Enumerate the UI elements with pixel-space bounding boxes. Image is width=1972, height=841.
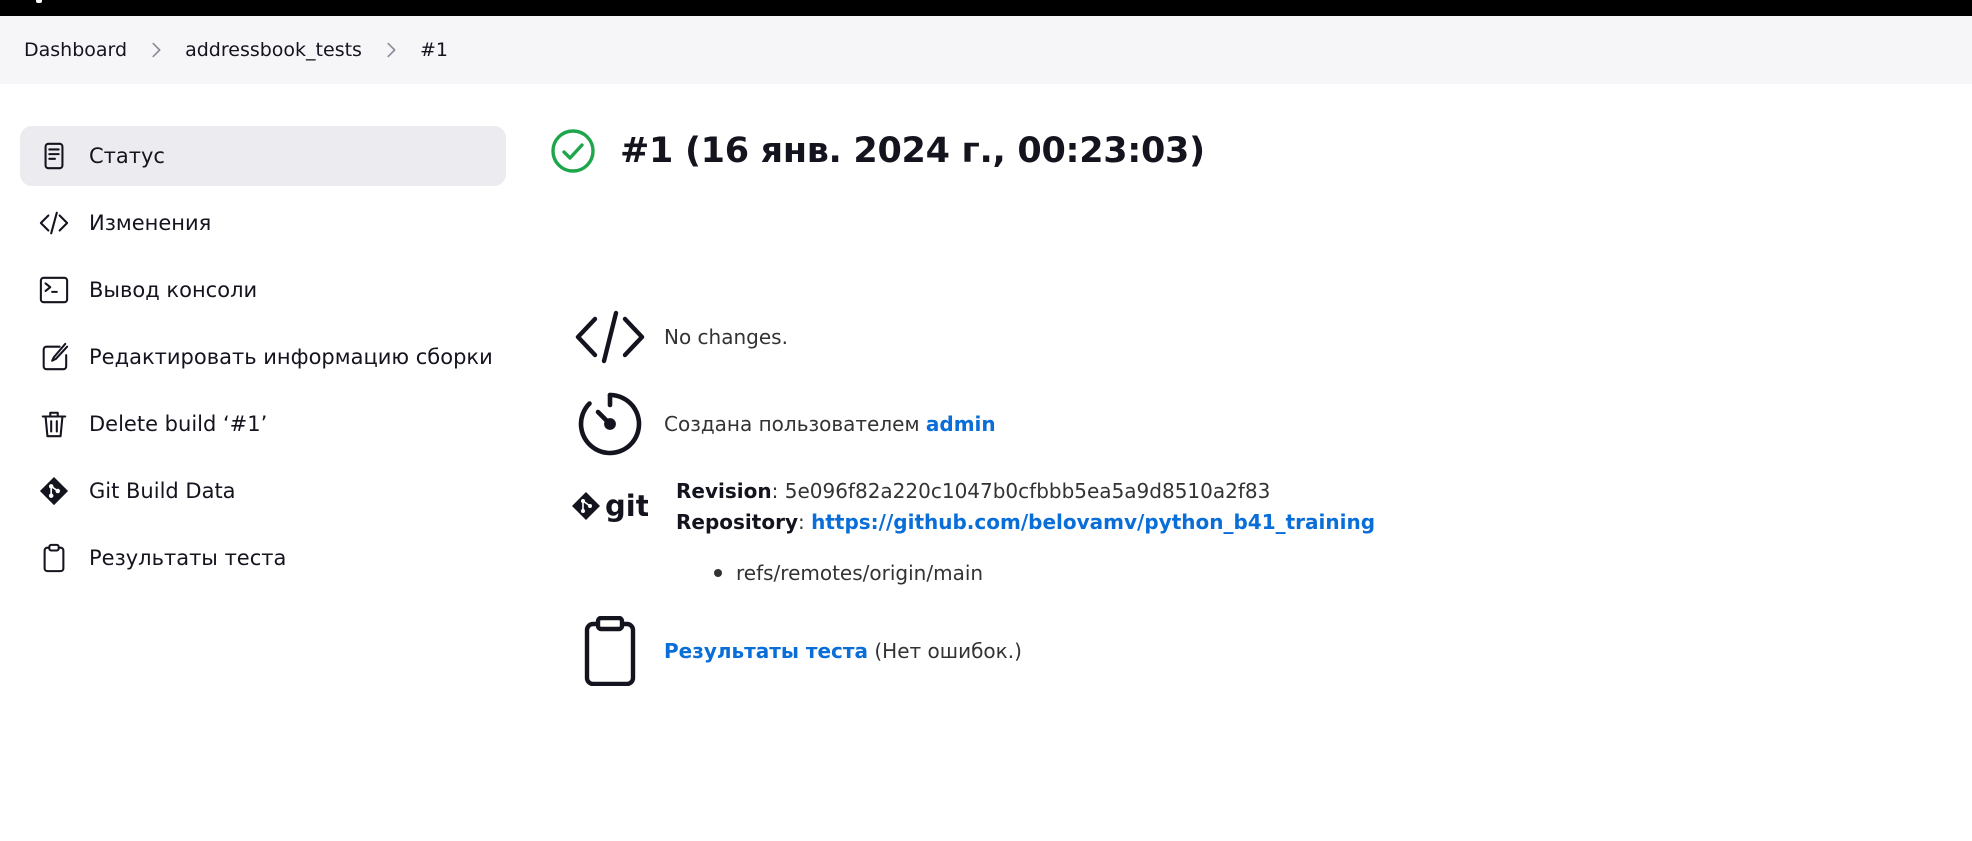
- sidebar-item-edit-build-info[interactable]: Редактировать информацию сборки: [20, 327, 506, 387]
- sidebar-item-label: Статус: [89, 144, 165, 168]
- sidebar: Статус Изменения Вывод консоли Редактиро…: [20, 126, 506, 595]
- code-icon: [38, 207, 70, 239]
- test-results-text: Результаты теста (Нет ошибок.): [664, 639, 1022, 663]
- git-logo-row: git: [572, 486, 664, 526]
- header-logo-fragment: [36, 0, 42, 3]
- sidebar-item-console[interactable]: Вывод консоли: [20, 260, 506, 320]
- chevron-right-icon: [145, 39, 167, 61]
- page-title: #1 (16 янв. 2024 г., 00:23:03): [620, 131, 1205, 171]
- breadcrumb-build[interactable]: #1: [420, 39, 448, 61]
- sidebar-item-label: Git Build Data: [89, 479, 236, 503]
- revision-value: 5e096f82a220c1047b0cfbbb5ea5a9d8510a2f83: [784, 479, 1271, 503]
- code-icon: [572, 310, 648, 364]
- revision-label: Revision: [676, 479, 772, 503]
- changes-text: No changes.: [664, 325, 788, 349]
- branch-name: refs/remotes/origin/main: [736, 561, 984, 585]
- sidebar-item-status[interactable]: Статус: [20, 126, 506, 186]
- breadcrumb-job[interactable]: addressbook_tests: [185, 39, 362, 61]
- clipboard-icon: [572, 616, 648, 686]
- breadcrumb-dashboard[interactable]: Dashboard: [24, 39, 127, 61]
- started-by-prefix: Создана пользователем: [664, 412, 920, 436]
- git-icon: [38, 475, 70, 507]
- sidebar-item-label: Результаты теста: [89, 546, 287, 570]
- sidebar-item-label: Вывод консоли: [89, 278, 258, 302]
- git-details: Revision: 5e096f82a220c1047b0cfbbb5ea5a9…: [676, 476, 1375, 538]
- sidebar-item-label: Редактировать информацию сборки: [89, 345, 493, 369]
- sidebar-item-label: Delete build ‘#1’: [89, 412, 268, 436]
- timer-icon: [572, 392, 648, 456]
- breadcrumb: Dashboard addressbook_tests #1: [0, 16, 1972, 84]
- edit-icon: [38, 341, 70, 373]
- git-logo-icon: git: [572, 486, 648, 526]
- started-by: Создана пользователем admin: [572, 392, 996, 456]
- revision-line: Revision: 5e096f82a220c1047b0cfbbb5ea5a9…: [676, 479, 1271, 503]
- test-results-summary: Результаты теста (Нет ошибок.): [572, 616, 1022, 686]
- build-header: #1 (16 янв. 2024 г., 00:23:03): [550, 128, 1205, 174]
- test-results-suffix: (Нет ошибок.): [874, 639, 1022, 663]
- repository-label: Repository: [676, 510, 798, 534]
- sidebar-item-changes[interactable]: Изменения: [20, 193, 506, 253]
- terminal-icon: [38, 274, 70, 306]
- document-icon: [38, 140, 70, 172]
- sidebar-item-delete-build[interactable]: Delete build ‘#1’: [20, 394, 506, 454]
- branch-list-item: refs/remotes/origin/main: [714, 561, 983, 585]
- success-check-icon: [551, 129, 595, 173]
- clipboard-icon: [38, 542, 70, 574]
- trash-icon: [38, 408, 70, 440]
- top-header-bar: [0, 0, 1972, 16]
- bullet-dot: [714, 569, 722, 577]
- svg-text:git: git: [605, 489, 648, 523]
- chevron-right-icon: [380, 39, 402, 61]
- started-by-text: Создана пользователем admin: [664, 412, 996, 436]
- sidebar-item-git-build-data[interactable]: Git Build Data: [20, 461, 506, 521]
- repository-line: Repository: https://github.com/belovamv/…: [676, 510, 1376, 534]
- test-results-link[interactable]: Результаты теста: [664, 639, 868, 663]
- changes-summary: No changes.: [572, 310, 788, 364]
- sidebar-item-label: Изменения: [89, 211, 212, 235]
- repository-link[interactable]: https://github.com/belovamv/python_b41_t…: [811, 510, 1375, 534]
- sidebar-item-test-results[interactable]: Результаты теста: [20, 528, 506, 588]
- user-admin-link[interactable]: admin: [926, 412, 996, 436]
